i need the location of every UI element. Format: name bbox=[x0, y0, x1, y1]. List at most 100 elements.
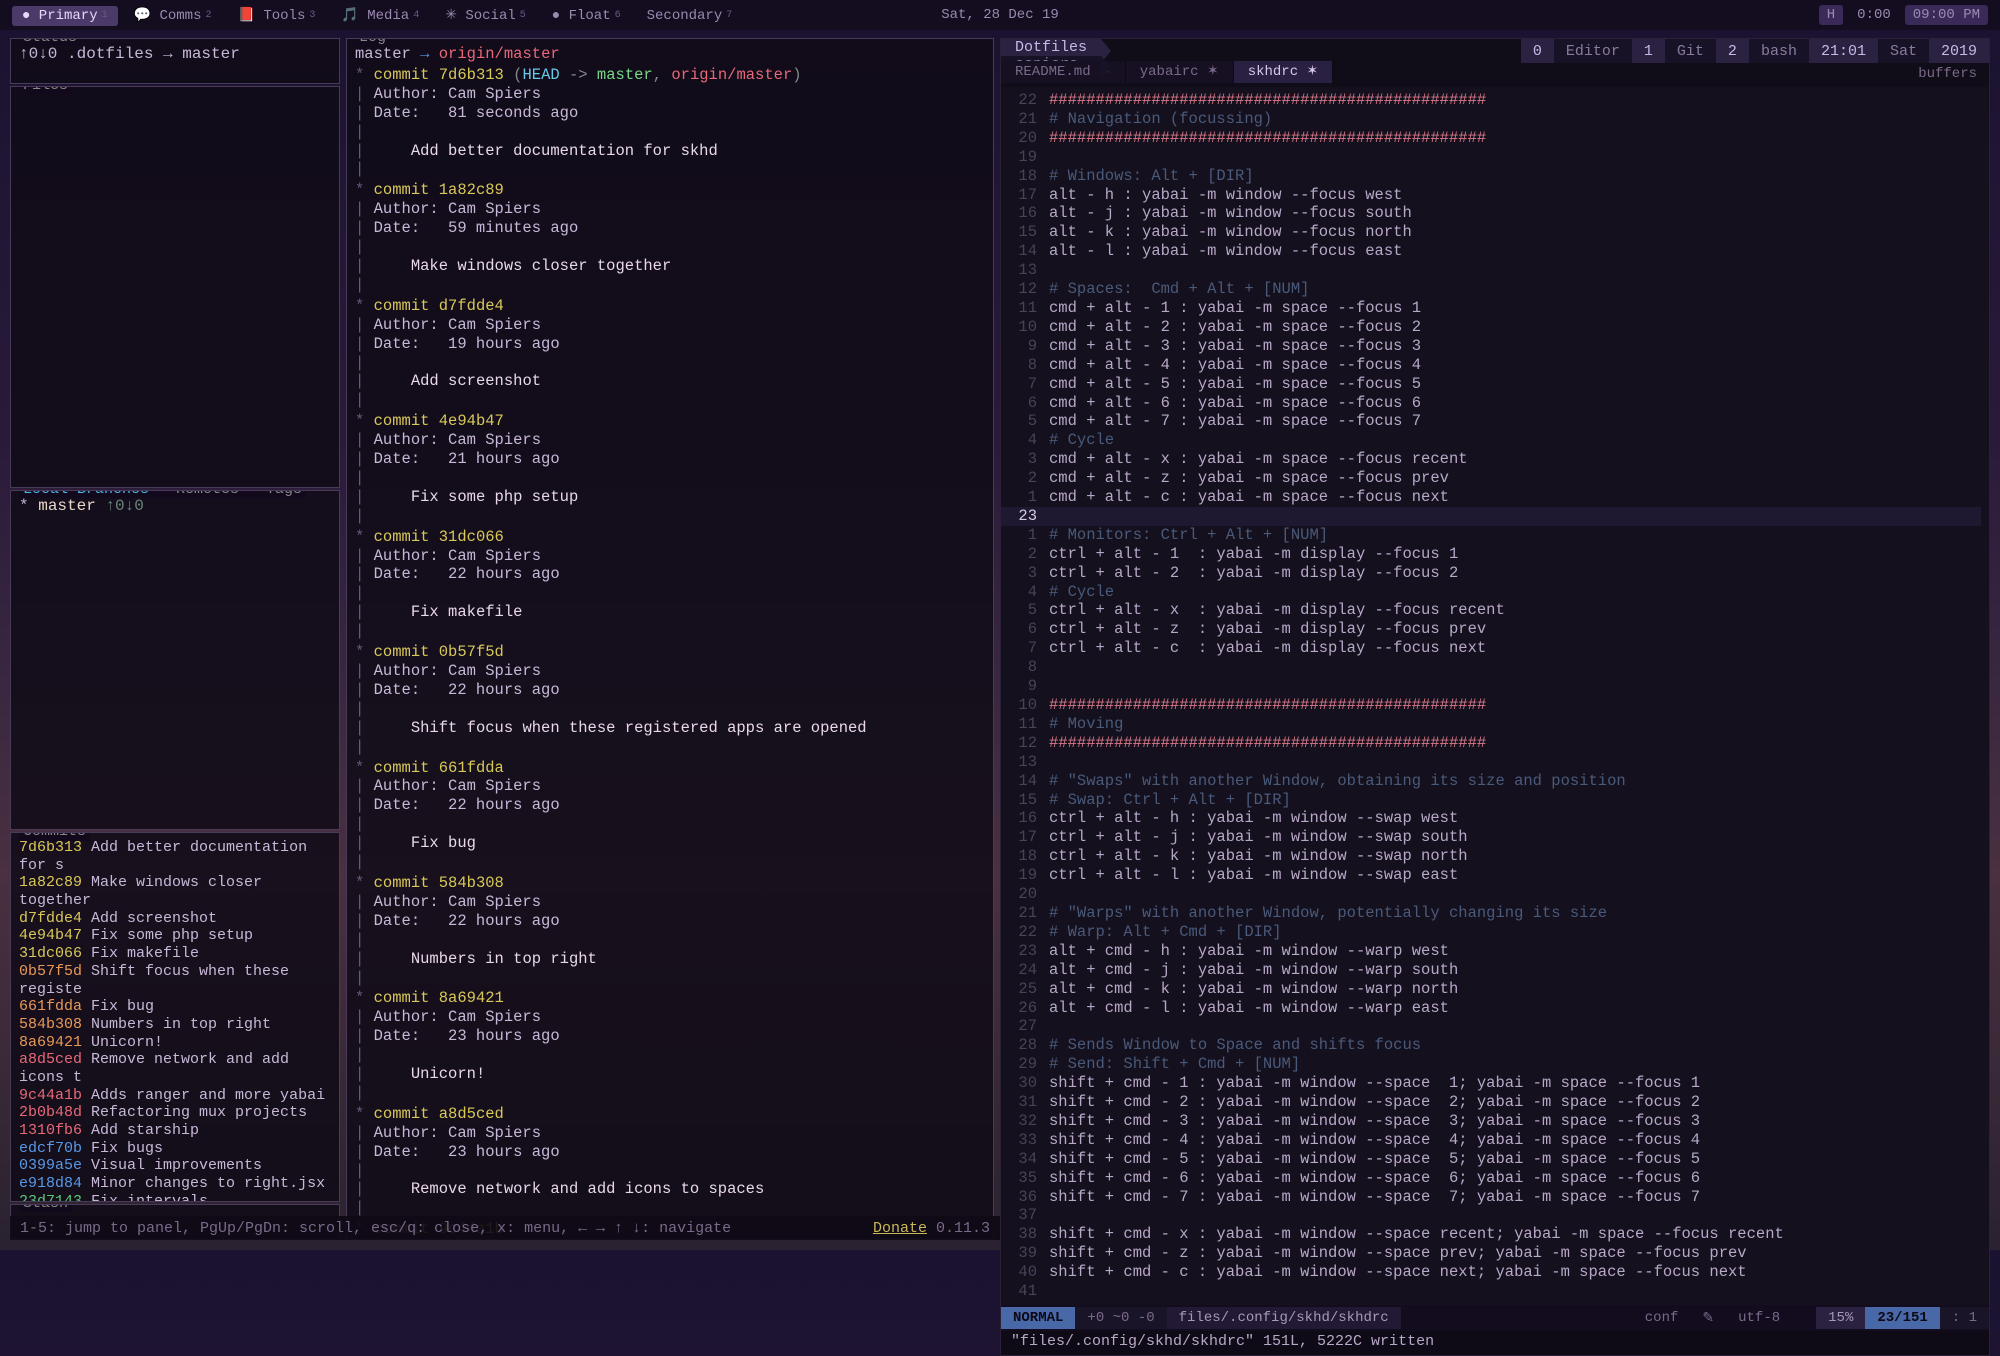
vim-bufferline: README.md ✶yabairc ✶skhdrc ✶ buffers bbox=[1001, 63, 1989, 87]
vim-line: 33shift + cmd - 4 : yabai -m window --sp… bbox=[1001, 1131, 1981, 1150]
vim-line: 22######################################… bbox=[1001, 91, 1981, 110]
log-commit[interactable]: * commit 31dc066| Author: Cam Spiers | D… bbox=[355, 528, 985, 641]
commits-panel[interactable]: Commits 7d6b313 Add better documentation… bbox=[10, 832, 340, 1202]
commit-row[interactable]: 31dc066 Fix makefile bbox=[19, 945, 331, 963]
vim-line: 14# "Swaps" with another Window, obtaini… bbox=[1001, 772, 1981, 791]
vim-line: 5ctrl + alt - x : yabai -m display --foc… bbox=[1001, 601, 1981, 620]
vim-line: 18# Windows: Alt + [DIR] bbox=[1001, 167, 1981, 186]
log-commit[interactable]: * commit 4e94b47| Author: Cam Spiers | D… bbox=[355, 412, 985, 525]
log-commit[interactable]: * commit a8d5ced| Author: Cam Spiers | D… bbox=[355, 1105, 985, 1218]
vim-line: 12######################################… bbox=[1001, 734, 1981, 753]
commit-row[interactable]: 0b57f5d Shift focus when these registe bbox=[19, 963, 331, 998]
vim-line: 28# Sends Window to Space and shifts foc… bbox=[1001, 1036, 1981, 1055]
commit-row[interactable]: 0399a5e Visual improvements bbox=[19, 1157, 331, 1175]
lazygit-helpbar: 1-5: jump to panel, PgUp/PgDn: scroll, e… bbox=[10, 1216, 1000, 1240]
commit-row[interactable]: 584b308 Numbers in top right bbox=[19, 1016, 331, 1034]
log-head: master → origin/master bbox=[355, 45, 985, 64]
vim-crumb[interactable]: Dotfiles bbox=[1001, 39, 1101, 56]
workspace-tag-comms[interactable]: 💬 Comms2 bbox=[124, 5, 222, 26]
vim-line: 10cmd + alt - 2 : yabai -m space --focus… bbox=[1001, 318, 1981, 337]
log-commit[interactable]: * commit d7fdde4| Author: Cam Spiers | D… bbox=[355, 297, 985, 410]
status-panel[interactable]: Status ↑0↓0 .dotfiles → master bbox=[10, 38, 340, 84]
log-commit[interactable]: * commit 8a69421| Author: Cam Spiers | D… bbox=[355, 989, 985, 1102]
commit-row[interactable]: a8d5ced Remove network and add icons t bbox=[19, 1051, 331, 1086]
vim-line: 22# Warp: Alt + Cmd + [DIR] bbox=[1001, 923, 1981, 942]
workspace-tag-social[interactable]: ✳ Social5 bbox=[435, 5, 536, 26]
vim-line: 11cmd + alt - 1 : yabai -m space --focus… bbox=[1001, 299, 1981, 318]
vim-line: 19ctrl + alt - l : yabai -m window --swa… bbox=[1001, 866, 1981, 885]
commit-row[interactable]: 8a69421 Unicorn! bbox=[19, 1034, 331, 1052]
files-panel[interactable]: Files bbox=[10, 86, 340, 488]
tmux-window-num[interactable]: 1 bbox=[1632, 39, 1665, 63]
commit-row[interactable]: 9c44a1b Adds ranger and more yabai bbox=[19, 1087, 331, 1105]
vim-mode: NORMAL bbox=[1001, 1307, 1075, 1329]
vim-line: 7cmd + alt - 5 : yabai -m space --focus … bbox=[1001, 375, 1981, 394]
vim-line: 4# Cycle bbox=[1001, 431, 1981, 450]
tmux-window-name[interactable]: bash bbox=[1749, 39, 1809, 63]
log-commit[interactable]: * commit 1a82c89| Author: Cam Spiers | D… bbox=[355, 181, 985, 294]
commit-row[interactable]: 4e94b47 Fix some php setup bbox=[19, 927, 331, 945]
status-line: ↑0↓0 .dotfiles → master bbox=[19, 45, 331, 63]
vim-cmdline[interactable]: "files/.config/skhd/skhdrc" 151L, 5222C … bbox=[1001, 1331, 1989, 1355]
workspace-tag-float[interactable]: ● Float6 bbox=[542, 6, 631, 26]
tmux-window-name[interactable]: Git bbox=[1665, 39, 1716, 63]
vim-line: 36shift + cmd - 7 : yabai -m window --sp… bbox=[1001, 1188, 1981, 1207]
vim-line: 2ctrl + alt - 1 : yabai -m display --foc… bbox=[1001, 545, 1981, 564]
workspace-tag-primary[interactable]: ● Primary1 bbox=[12, 6, 118, 26]
workspace-tag-secondary[interactable]: Secondary7 bbox=[637, 6, 743, 26]
vim-line: 16alt - j : yabai -m window --focus sout… bbox=[1001, 204, 1981, 223]
vim-line: 39shift + cmd - z : yabai -m window --sp… bbox=[1001, 1244, 1981, 1263]
commit-row[interactable]: 1310fb6 Add starship bbox=[19, 1122, 331, 1140]
commit-row[interactable]: 661fdda Fix bug bbox=[19, 998, 331, 1016]
branches-panel[interactable]: Local Branches - Remotes - Tags * master… bbox=[10, 490, 340, 830]
lazygit-sidebar: Status ↑0↓0 .dotfiles → master Files Loc… bbox=[10, 38, 340, 1240]
vim-line: 13 bbox=[1001, 261, 1981, 280]
commit-row[interactable]: 7d6b313 Add better documentation for s bbox=[19, 839, 331, 874]
branch-master[interactable]: * master ↑0↓0 bbox=[19, 497, 331, 515]
vim-year: 2019 bbox=[1929, 39, 1989, 63]
commit-row[interactable]: edcf70b Fix bugs bbox=[19, 1140, 331, 1158]
vim-line: 21# "Warps" with another Window, potenti… bbox=[1001, 904, 1981, 923]
vim-line: 9cmd + alt - 3 : yabai -m space --focus … bbox=[1001, 337, 1981, 356]
commit-row[interactable]: 23d7143 Fix intervals bbox=[19, 1193, 331, 1202]
tmux-window-name[interactable]: Editor bbox=[1554, 39, 1632, 63]
log-commit[interactable]: * commit 0b57f5d| Author: Cam Spiers | D… bbox=[355, 643, 985, 756]
vim-line: 20 bbox=[1001, 885, 1981, 904]
commit-row[interactable]: e918d84 Minor changes to right.jsx bbox=[19, 1175, 331, 1193]
vim-line: 20######################################… bbox=[1001, 129, 1981, 148]
vim-line: 32shift + cmd - 3 : yabai -m window --sp… bbox=[1001, 1112, 1981, 1131]
tmux-window-num[interactable]: 0 bbox=[1521, 39, 1554, 63]
vim-line: 15# Swap: Ctrl + Alt + [DIR] bbox=[1001, 791, 1981, 810]
vim-line: 25alt + cmd - k : yabai -m window --warp… bbox=[1001, 980, 1981, 999]
vim-editor[interactable]: Dotfilescspiers 0Editor1Git2bash 21:01 S… bbox=[1000, 38, 1990, 1356]
donate-link[interactable]: Donate bbox=[873, 1220, 927, 1237]
commit-row[interactable]: 1a82c89 Make windows closer together bbox=[19, 874, 331, 909]
vim-buffer-tab[interactable]: yabairc ✶ bbox=[1126, 61, 1234, 83]
git-log-panel[interactable]: Log master → origin/master * commit 7d6b… bbox=[346, 38, 994, 1240]
vim-line: 15alt - k : yabai -m window --focus nort… bbox=[1001, 223, 1981, 242]
vim-filename: files/.config/skhd/skhdrc bbox=[1167, 1307, 1401, 1329]
log-commit[interactable]: * commit 661fdda| Author: Cam Spiers | D… bbox=[355, 759, 985, 872]
commit-row[interactable]: 2b0b48d Refactoring mux projects bbox=[19, 1104, 331, 1122]
vim-buffer[interactable]: 22######################################… bbox=[1001, 87, 1989, 1305]
log-commit[interactable]: * commit 7d6b313 (HEAD -> master, origin… bbox=[355, 66, 985, 179]
log-commit[interactable]: * commit 584b308| Author: Cam Spiers | D… bbox=[355, 874, 985, 987]
vim-buffer-tab[interactable]: skhdrc ✶ bbox=[1234, 61, 1334, 83]
workspace-tag-media[interactable]: 🎵 Media4 bbox=[331, 5, 429, 26]
vim-line: 18ctrl + alt - k : yabai -m window --swa… bbox=[1001, 847, 1981, 866]
workspace-tag-tools[interactable]: 📕 Tools3 bbox=[228, 5, 326, 26]
vim-line: 30shift + cmd - 1 : yabai -m window --sp… bbox=[1001, 1074, 1981, 1093]
vim-line: 13 bbox=[1001, 753, 1981, 772]
vim-line: 10######################################… bbox=[1001, 696, 1981, 715]
vim-line: 1# Monitors: Ctrl + Alt + [NUM] bbox=[1001, 526, 1981, 545]
vim-line: 40shift + cmd - c : yabai -m window --sp… bbox=[1001, 1263, 1981, 1282]
tmux-window-num[interactable]: 2 bbox=[1716, 39, 1749, 63]
menubar-date: Sat, 28 Dec 19 bbox=[941, 7, 1059, 23]
vim-line: 3cmd + alt - x : yabai -m space --focus … bbox=[1001, 450, 1981, 469]
vim-line: 21# Navigation (focussing) bbox=[1001, 110, 1981, 129]
vim-line: 3ctrl + alt - 2 : yabai -m display --foc… bbox=[1001, 564, 1981, 583]
vim-line: 6ctrl + alt - z : yabai -m display --foc… bbox=[1001, 620, 1981, 639]
vim-day: Sat bbox=[1878, 39, 1929, 63]
commit-row[interactable]: d7fdde4 Add screenshot bbox=[19, 910, 331, 928]
vim-line: 31shift + cmd - 2 : yabai -m window --sp… bbox=[1001, 1093, 1981, 1112]
